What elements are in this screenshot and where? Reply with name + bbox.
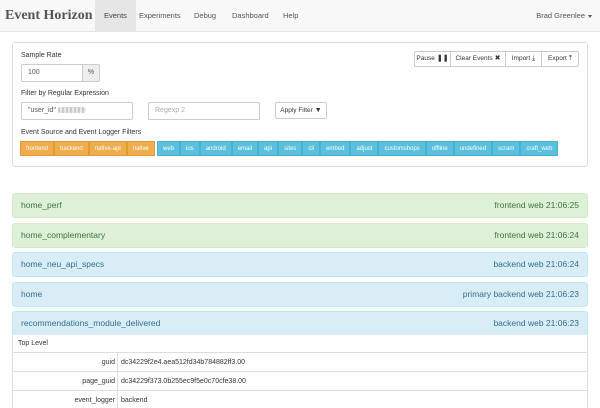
pause-icon: ❚❚	[436, 55, 449, 62]
field-value: dc34229f373.0b255ec9f5e0c70cfe38.00	[121, 378, 246, 385]
redacted-text	[57, 107, 86, 114]
apply-filter-label: Apply Filter	[280, 107, 313, 114]
filter-icon: ▼	[314, 107, 322, 114]
source-filter-native[interactable]: native	[126, 141, 155, 156]
field-value: backend	[121, 397, 148, 404]
nav-experiments[interactable]: Experiments	[130, 0, 190, 31]
logger-filter-sites[interactable]: sites	[278, 141, 303, 156]
logger-filter-web[interactable]: web	[157, 141, 181, 156]
logger-filter-undefined[interactable]: undefined	[453, 141, 493, 156]
user-menu[interactable]: Brad Greenlee	[536, 0, 592, 31]
logger-filter-embed[interactable]: embed	[320, 141, 351, 156]
user-name: Brad Greenlee	[536, 11, 585, 20]
logger-filter-ios[interactable]: ios	[180, 141, 200, 156]
logger-filter-craft-web[interactable]: craft_web	[520, 141, 559, 156]
import-button[interactable]: Import ⤓	[505, 51, 542, 67]
logger-filter-adjust[interactable]: adjust	[350, 141, 379, 156]
clear-events-button[interactable]: Clear Events ✖	[450, 51, 506, 67]
event-meta: frontend web 21:06:24	[494, 230, 579, 240]
top-level-heading: Top Level	[13, 335, 587, 353]
event-row[interactable]: home_complementary frontend web 21:06:24	[12, 223, 588, 248]
divider	[117, 391, 118, 408]
logger-filter-api[interactable]: api	[258, 141, 279, 156]
source-filter-native-api[interactable]: native-api	[88, 141, 127, 156]
percent-addon: %	[82, 64, 100, 82]
logger-filter-scram[interactable]: scram	[492, 141, 521, 156]
event-name: home_complementary	[21, 230, 106, 240]
clear-label: Clear Events	[455, 55, 493, 62]
event-meta: backend web 21:06:23	[493, 318, 579, 328]
source-filter-backend[interactable]: backend	[54, 141, 89, 156]
nav-debug[interactable]: Debug	[185, 0, 225, 31]
logger-filter-android[interactable]: android	[199, 141, 232, 156]
caret-down-icon	[588, 14, 592, 18]
event-name: recommendations_module_delivered	[21, 318, 161, 328]
event-name: home_neu_api_specs	[21, 259, 105, 269]
field-key: event_logger	[74, 397, 115, 404]
event-row[interactable]: home_neu_api_specs backend web 21:06:24	[12, 252, 588, 277]
export-button[interactable]: Export ⤒	[541, 51, 579, 67]
logger-filter-offline[interactable]: offline	[425, 141, 454, 156]
event-row-expanded[interactable]: recommendations_module_delivered backend…	[12, 311, 588, 336]
divider	[117, 372, 118, 391]
logger-filter-customshops[interactable]: customshops	[378, 141, 426, 156]
sources-label: Event Source and Event Logger Filters	[21, 129, 142, 136]
event-meta: primary backend web 21:06:23	[462, 289, 579, 299]
sample-rate-input[interactable]: 100	[21, 64, 83, 82]
source-filter-group: frontend backend native-api native	[20, 141, 155, 156]
nav-dashboard[interactable]: Dashboard	[223, 0, 278, 31]
field-value: dc34229f2e4.aea512fd34b784882ff3.00	[121, 359, 246, 366]
navbar: Event Horizon Events Experiments Debug D…	[0, 0, 600, 32]
upload-icon: ⤒	[568, 55, 572, 62]
event-row[interactable]: home primary backend web 21:06:23	[12, 282, 588, 307]
logger-filter-group: web ios android email api sites cli embe…	[157, 141, 559, 156]
download-icon: ⤓	[532, 55, 536, 62]
apply-filter-button[interactable]: Apply Filter ▼	[275, 102, 327, 119]
divider	[117, 353, 118, 372]
pause-button[interactable]: Pause ❚❚	[414, 51, 451, 67]
export-label: Export	[548, 55, 567, 62]
source-filter-frontend[interactable]: frontend	[20, 141, 55, 156]
import-label: Import	[511, 55, 531, 62]
regex-input[interactable]: "user_id"	[21, 102, 133, 120]
logger-filter-email[interactable]: email	[231, 141, 259, 156]
close-icon: ✖	[494, 55, 501, 62]
regex-label: Filter by Regular Expression	[21, 90, 109, 97]
nav-help[interactable]: Help	[274, 0, 307, 31]
regex2-input[interactable]: Regexp 2	[148, 102, 260, 120]
event-name: home	[21, 289, 43, 299]
event-detail-table: Top Level guid dc34229f2e4.aea512fd34b78…	[12, 335, 588, 408]
field-key: guid	[101, 359, 115, 366]
event-meta: backend web 21:06:24	[493, 259, 579, 269]
sample-rate-label: Sample Rate	[21, 52, 62, 59]
field-key: page_guid	[82, 378, 115, 385]
table-row: guid dc34229f2e4.aea512fd34b784882ff3.00	[13, 353, 587, 372]
table-row: event_logger backend	[13, 391, 587, 408]
brand-logo[interactable]: Event Horizon	[5, 8, 93, 24]
event-name: home_perf	[21, 200, 62, 210]
pause-label: Pause	[416, 55, 435, 62]
regex-value: "user_id"	[28, 107, 56, 114]
event-meta: frontend web 21:06:25	[494, 200, 579, 210]
event-row[interactable]: home_perf frontend web 21:06:25	[12, 193, 588, 218]
logger-filter-cli[interactable]: cli	[302, 141, 321, 156]
table-row: page_guid dc34229f373.0b255ec9f5e0c70cfe…	[13, 372, 587, 391]
